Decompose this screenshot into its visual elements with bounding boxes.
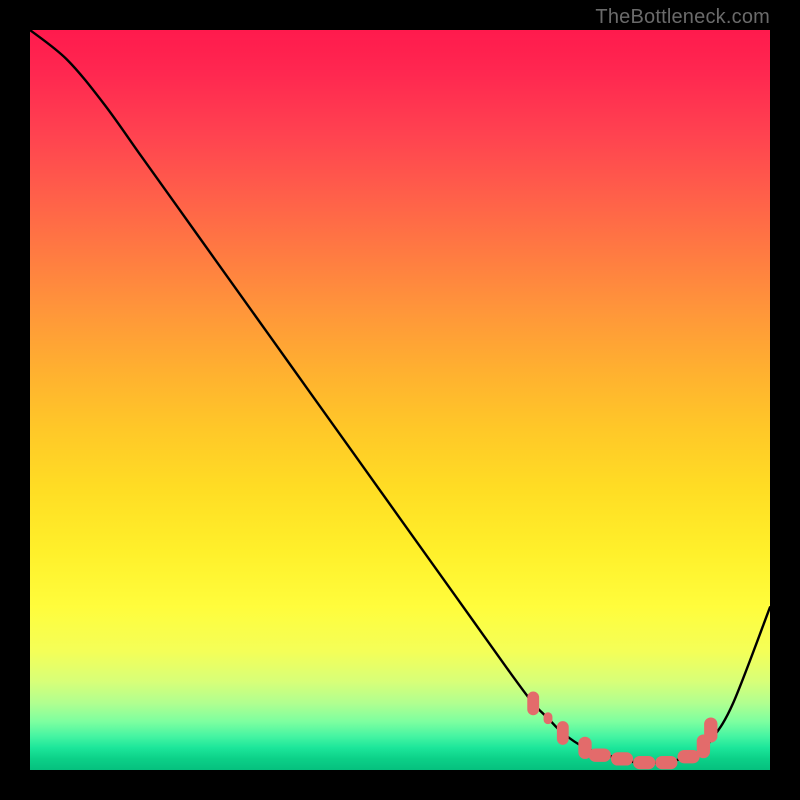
marker-dot (589, 749, 611, 762)
marker-dot (611, 752, 633, 765)
marker-dot (557, 721, 569, 745)
marker-dot (544, 712, 553, 724)
chart-container: TheBottleneck.com (0, 0, 800, 800)
optimal-range-markers (527, 692, 717, 770)
marker-dot (704, 717, 717, 742)
marker-dot (527, 692, 539, 716)
marker-dot (633, 756, 655, 769)
attribution-text: TheBottleneck.com (595, 6, 770, 29)
bottleneck-curve (30, 30, 770, 763)
curve-layer (30, 30, 770, 770)
marker-dot (678, 750, 700, 763)
plot-area (30, 30, 770, 770)
marker-dot (655, 756, 677, 769)
